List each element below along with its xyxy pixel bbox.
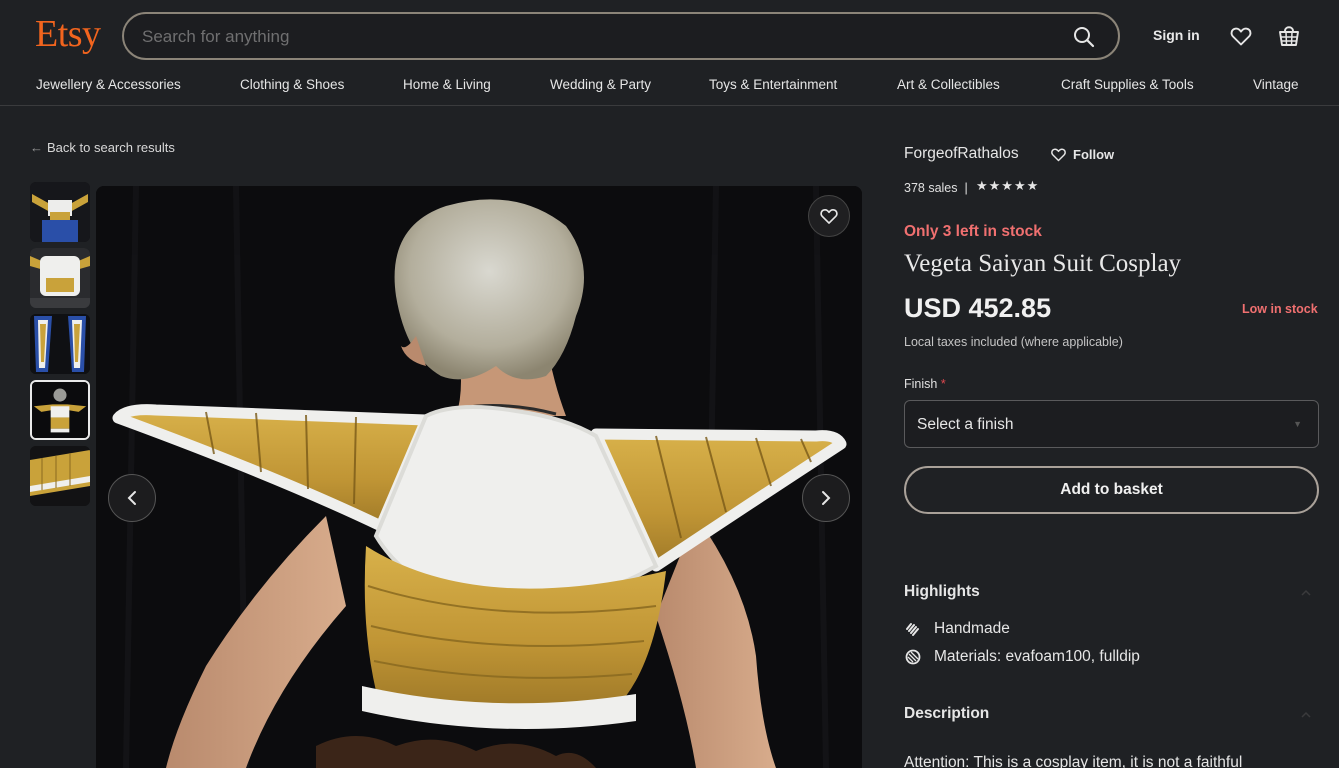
nav-item-home[interactable]: Home & Living xyxy=(403,77,491,92)
nav-item-vintage[interactable]: Vintage xyxy=(1253,77,1299,92)
chevron-up-icon[interactable] xyxy=(1300,587,1312,599)
basket-icon[interactable] xyxy=(1277,22,1301,48)
thumbnail-3[interactable] xyxy=(30,314,90,374)
highlight-materials: Materials: evafoam100, fulldip xyxy=(904,648,1140,666)
chevron-up-icon[interactable] xyxy=(1300,709,1312,721)
chevron-right-icon xyxy=(822,491,831,505)
search-icon[interactable] xyxy=(1072,25,1096,49)
add-to-basket-button[interactable]: Add to basket xyxy=(904,466,1319,514)
etsy-logo[interactable]: Etsy xyxy=(35,12,101,56)
required-asterisk: * xyxy=(940,377,946,391)
shop-name-link[interactable]: ForgeofRathalos xyxy=(904,145,1019,163)
low-stock-badge: Low in stock xyxy=(1242,302,1318,316)
sales-count: 378 sales | xyxy=(904,181,968,195)
nav-item-art[interactable]: Art & Collectibles xyxy=(897,77,1000,92)
rating-stars[interactable]: ★★★★★ xyxy=(976,178,1039,194)
header: Etsy Sign in xyxy=(0,0,1339,70)
nav-item-clothing[interactable]: Clothing & Shoes xyxy=(240,77,344,92)
description-heading[interactable]: Description xyxy=(904,705,989,723)
nav-item-toys[interactable]: Toys & Entertainment xyxy=(709,77,837,92)
heart-icon xyxy=(1051,148,1066,162)
highlight-handmade: Handmade xyxy=(904,620,1010,638)
back-to-results-link[interactable]: ← Back to search results xyxy=(30,140,175,155)
listing-title: Vegeta Saiyan Suit Cosplay xyxy=(904,250,1182,277)
finish-select-value: Select a finish xyxy=(917,416,1014,433)
follow-shop-button[interactable]: Follow xyxy=(1050,146,1114,163)
favorites-heart-icon[interactable] xyxy=(1229,24,1253,48)
price: USD 452.85 xyxy=(904,293,1052,323)
search-input[interactable] xyxy=(142,26,1042,48)
stock-notice: Only 3 left in stock xyxy=(904,223,1042,240)
next-image-button[interactable] xyxy=(802,474,850,522)
finish-label: Finish * xyxy=(904,377,946,391)
nav-item-craft[interactable]: Craft Supplies & Tools xyxy=(1061,77,1194,92)
thumbnail-2[interactable] xyxy=(30,248,90,308)
hand-icon xyxy=(906,623,919,636)
thumbnail-4-active[interactable] xyxy=(30,380,90,440)
thumbnail-5[interactable] xyxy=(30,446,90,506)
search-bar[interactable] xyxy=(122,12,1120,60)
main-product-image[interactable] xyxy=(96,186,862,768)
finish-select[interactable]: Select a finish ▼ xyxy=(904,400,1319,448)
taxes-note: Local taxes included (where applicable) xyxy=(904,335,1123,349)
sign-in-link[interactable]: Sign in xyxy=(1153,27,1200,43)
highlights-heading[interactable]: Highlights xyxy=(904,583,980,601)
thumbnail-1[interactable] xyxy=(30,182,90,242)
previous-image-button[interactable] xyxy=(108,474,156,522)
category-nav: Jewellery & Accessories Clothing & Shoes… xyxy=(0,70,1339,106)
materials-icon xyxy=(905,649,921,665)
favorite-listing-button[interactable] xyxy=(808,195,850,237)
arrow-left-icon: ← xyxy=(30,140,43,155)
follow-label: Follow xyxy=(1073,147,1115,162)
chevron-left-icon xyxy=(127,491,136,505)
description-text: Attention: This is a cosplay item, it is… xyxy=(904,754,1243,768)
nav-item-wedding[interactable]: Wedding & Party xyxy=(550,77,651,92)
chevron-down-icon: ▼ xyxy=(1293,419,1302,429)
heart-icon xyxy=(820,209,838,224)
nav-item-jewellery[interactable]: Jewellery & Accessories xyxy=(36,77,181,92)
back-link-label: Back to search results xyxy=(47,140,175,155)
